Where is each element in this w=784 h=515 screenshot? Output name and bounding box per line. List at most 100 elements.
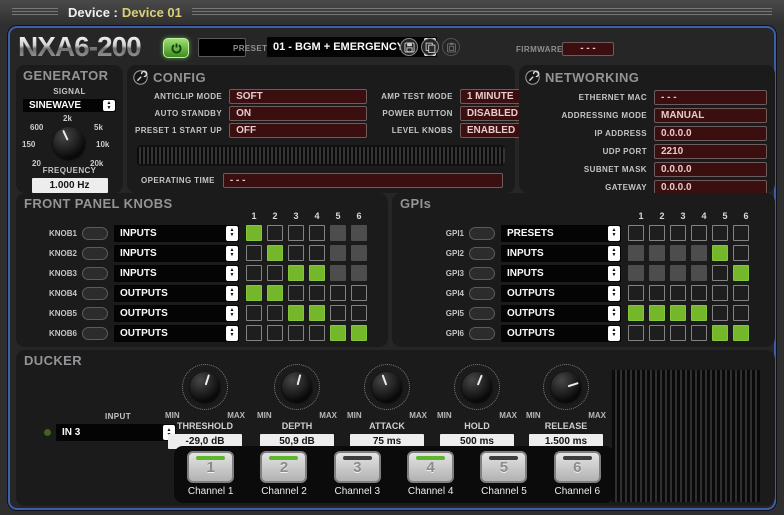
ducker-input-select[interactable]: IN 3 bbox=[56, 424, 176, 441]
route-checkbox[interactable] bbox=[670, 305, 686, 321]
depth-knob[interactable] bbox=[282, 372, 312, 402]
route-checkbox[interactable] bbox=[712, 285, 728, 301]
route-checkbox[interactable] bbox=[670, 265, 686, 281]
anticlip-mode-value[interactable]: SOFT bbox=[229, 89, 367, 104]
route-checkbox[interactable] bbox=[246, 325, 262, 341]
route-checkbox[interactable] bbox=[351, 225, 367, 241]
knob4-mode-select[interactable]: OUTPUTS bbox=[114, 285, 239, 302]
window-titlebar[interactable]: Device :Device 01 bbox=[0, 0, 784, 24]
frequency-knob[interactable] bbox=[53, 127, 85, 159]
route-checkbox[interactable] bbox=[628, 305, 644, 321]
route-checkbox[interactable] bbox=[330, 225, 346, 241]
channel-6-button[interactable]: 6 bbox=[554, 451, 601, 483]
route-checkbox[interactable] bbox=[288, 285, 304, 301]
route-checkbox[interactable] bbox=[309, 245, 325, 261]
channel-5-button[interactable]: 5 bbox=[480, 451, 527, 483]
gpi1-mode-select[interactable]: PRESETS bbox=[501, 225, 621, 242]
route-checkbox[interactable] bbox=[267, 325, 283, 341]
route-checkbox[interactable] bbox=[712, 265, 728, 281]
route-checkbox[interactable] bbox=[670, 225, 686, 241]
power-button[interactable] bbox=[163, 38, 189, 58]
gpi2-mode-select[interactable]: INPUTS bbox=[501, 245, 621, 262]
subnet-mask-value[interactable]: 0.0.0.0 bbox=[654, 162, 767, 177]
route-checkbox[interactable] bbox=[267, 245, 283, 261]
route-checkbox[interactable] bbox=[330, 305, 346, 321]
knob5-mode-select[interactable]: OUTPUTS bbox=[114, 305, 239, 322]
frequency-value[interactable]: 1.000 Hz bbox=[32, 178, 108, 193]
knob2-mode-select[interactable]: INPUTS bbox=[114, 245, 239, 262]
route-checkbox[interactable] bbox=[351, 245, 367, 261]
route-checkbox[interactable] bbox=[288, 225, 304, 241]
route-checkbox[interactable] bbox=[712, 325, 728, 341]
route-checkbox[interactable] bbox=[691, 225, 707, 241]
route-checkbox[interactable] bbox=[330, 245, 346, 261]
route-checkbox[interactable] bbox=[712, 245, 728, 261]
route-checkbox[interactable] bbox=[649, 265, 665, 281]
route-checkbox[interactable] bbox=[330, 325, 346, 341]
channel-3-button[interactable]: 3 bbox=[334, 451, 381, 483]
stepper-icon[interactable] bbox=[226, 286, 238, 301]
route-checkbox[interactable] bbox=[733, 245, 749, 261]
route-checkbox[interactable] bbox=[309, 225, 325, 241]
route-checkbox[interactable] bbox=[267, 225, 283, 241]
route-checkbox[interactable] bbox=[288, 305, 304, 321]
route-checkbox[interactable] bbox=[649, 245, 665, 261]
route-checkbox[interactable] bbox=[670, 325, 686, 341]
ip-address-value[interactable]: 0.0.0.0 bbox=[654, 126, 767, 141]
route-checkbox[interactable] bbox=[691, 245, 707, 261]
signal-select[interactable]: SINEWAVE bbox=[23, 99, 116, 112]
attack-knob[interactable] bbox=[372, 372, 402, 402]
route-checkbox[interactable] bbox=[691, 285, 707, 301]
route-checkbox[interactable] bbox=[733, 225, 749, 241]
route-checkbox[interactable] bbox=[246, 245, 262, 261]
route-checkbox[interactable] bbox=[628, 325, 644, 341]
route-checkbox[interactable] bbox=[246, 265, 262, 281]
threshold-knob[interactable] bbox=[190, 372, 220, 402]
knob3-mode-select[interactable]: INPUTS bbox=[114, 265, 239, 282]
route-checkbox[interactable] bbox=[267, 285, 283, 301]
route-checkbox[interactable] bbox=[691, 305, 707, 321]
channel-2-button[interactable]: 2 bbox=[260, 451, 307, 483]
route-checkbox[interactable] bbox=[649, 225, 665, 241]
knob1-mode-select[interactable]: INPUTS bbox=[114, 225, 239, 242]
route-checkbox[interactable] bbox=[670, 245, 686, 261]
gpi3-mode-select[interactable]: INPUTS bbox=[501, 265, 621, 282]
stepper-icon[interactable] bbox=[103, 100, 115, 111]
udp-port-value[interactable]: 2210 bbox=[654, 144, 767, 159]
route-checkbox[interactable] bbox=[628, 265, 644, 281]
route-checkbox[interactable] bbox=[288, 245, 304, 261]
route-checkbox[interactable] bbox=[733, 285, 749, 301]
route-checkbox[interactable] bbox=[267, 265, 283, 281]
route-checkbox[interactable] bbox=[691, 265, 707, 281]
route-checkbox[interactable] bbox=[246, 305, 262, 321]
route-checkbox[interactable] bbox=[670, 285, 686, 301]
route-checkbox[interactable] bbox=[628, 225, 644, 241]
stepper-icon[interactable] bbox=[608, 306, 620, 321]
route-checkbox[interactable] bbox=[309, 285, 325, 301]
route-checkbox[interactable] bbox=[330, 265, 346, 281]
route-checkbox[interactable] bbox=[309, 325, 325, 341]
route-checkbox[interactable] bbox=[309, 265, 325, 281]
route-checkbox[interactable] bbox=[733, 325, 749, 341]
route-checkbox[interactable] bbox=[712, 225, 728, 241]
addressing-mode-value[interactable]: MANUAL bbox=[654, 108, 767, 123]
route-checkbox[interactable] bbox=[351, 285, 367, 301]
route-checkbox[interactable] bbox=[733, 265, 749, 281]
route-checkbox[interactable] bbox=[351, 305, 367, 321]
stepper-icon[interactable] bbox=[226, 226, 238, 241]
route-checkbox[interactable] bbox=[246, 285, 262, 301]
stepper-icon[interactable] bbox=[608, 246, 620, 261]
route-checkbox[interactable] bbox=[628, 245, 644, 261]
stepper-icon[interactable] bbox=[608, 226, 620, 241]
stepper-icon[interactable] bbox=[608, 266, 620, 281]
gpi6-mode-select[interactable]: OUTPUTS bbox=[501, 325, 621, 342]
route-checkbox[interactable] bbox=[712, 305, 728, 321]
route-checkbox[interactable] bbox=[309, 305, 325, 321]
paste-preset-button[interactable] bbox=[442, 38, 460, 56]
route-checkbox[interactable] bbox=[330, 285, 346, 301]
route-checkbox[interactable] bbox=[628, 285, 644, 301]
stepper-icon[interactable] bbox=[226, 326, 238, 341]
route-checkbox[interactable] bbox=[267, 305, 283, 321]
channel-1-button[interactable]: 1 bbox=[187, 451, 234, 483]
release-knob[interactable] bbox=[551, 372, 581, 402]
